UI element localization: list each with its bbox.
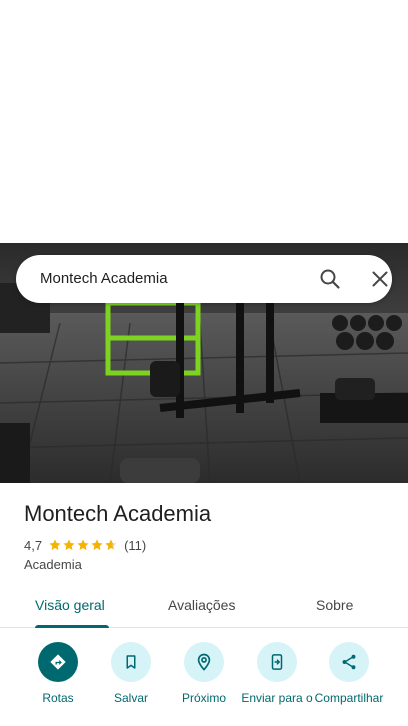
search-input[interactable]: Montech Academia [40, 269, 168, 289]
send-to-phone-icon [257, 642, 297, 682]
nearby-label: Próximo [181, 691, 226, 705]
star-icon [49, 539, 61, 550]
save-label: Salvar [113, 691, 148, 705]
blank-area [0, 0, 408, 243]
tab-about[interactable]: Sobre [316, 596, 353, 614]
star-icon [63, 539, 75, 550]
rating-value: 4,7 [24, 537, 43, 553]
directions-label: Rotas [42, 691, 74, 705]
rating-row[interactable]: 4,7 (11) [24, 536, 146, 554]
place-title: Montech Academia [24, 501, 212, 526]
tab-bar: Visão geral Avaliações Sobre [0, 584, 408, 628]
nearby-button[interactable]: Próximo [164, 642, 244, 726]
place-category: Academia [24, 557, 82, 572]
half-star-icon [105, 539, 117, 550]
directions-icon [38, 642, 78, 682]
close-icon[interactable] [368, 267, 392, 291]
tab-overview[interactable]: Visão geral [35, 596, 105, 614]
save-button[interactable]: Salvar [91, 642, 171, 726]
search-icon[interactable] [318, 267, 342, 291]
review-count[interactable]: (11) [124, 538, 146, 553]
send-to-phone-button[interactable]: Enviar para o [237, 642, 317, 726]
send-to-phone-label: Enviar para o [241, 691, 313, 705]
star-icon [77, 539, 89, 550]
action-buttons: Rotas Salvar Próximo Enviar para o Compa… [0, 640, 408, 726]
tab-reviews[interactable]: Avaliações [168, 596, 235, 614]
nearby-icon [184, 642, 224, 682]
share-icon [329, 642, 369, 682]
star-icon [91, 539, 103, 550]
search-bar[interactable]: Montech Academia [16, 255, 392, 303]
bookmark-icon [111, 642, 151, 682]
share-label: Compartilhar [314, 691, 384, 705]
directions-button[interactable]: Rotas [18, 642, 98, 726]
active-tab-indicator [35, 625, 109, 628]
rating-stars [48, 538, 118, 552]
share-button[interactable]: Compartilhar [309, 642, 389, 726]
